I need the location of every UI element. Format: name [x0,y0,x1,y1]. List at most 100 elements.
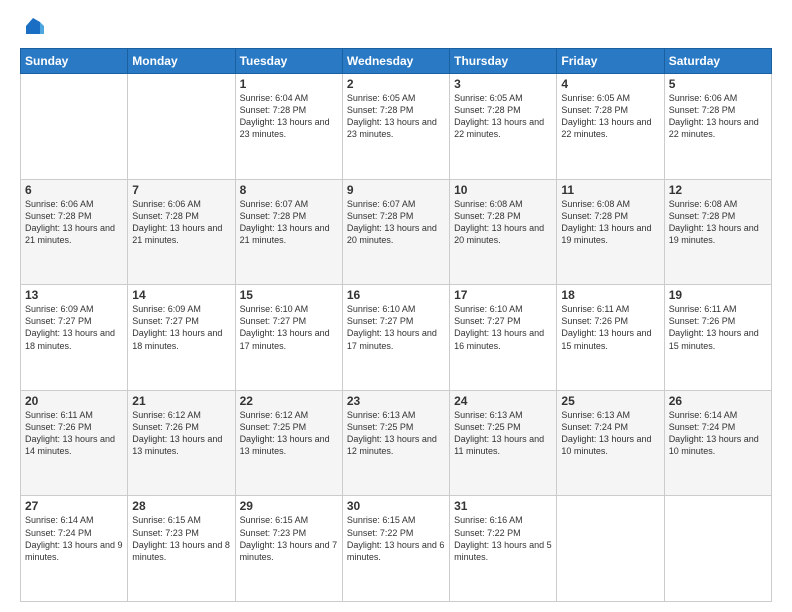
day-info: Sunrise: 6:12 AM Sunset: 7:26 PM Dayligh… [132,409,230,458]
day-number: 27 [25,499,123,513]
day-number: 25 [561,394,659,408]
day-info: Sunrise: 6:09 AM Sunset: 7:27 PM Dayligh… [132,303,230,352]
day-info: Sunrise: 6:11 AM Sunset: 7:26 PM Dayligh… [561,303,659,352]
weekday-saturday: Saturday [664,49,771,74]
week-row-1: 1Sunrise: 6:04 AM Sunset: 7:28 PM Daylig… [21,74,772,180]
day-cell: 27Sunrise: 6:14 AM Sunset: 7:24 PM Dayli… [21,496,128,602]
day-info: Sunrise: 6:16 AM Sunset: 7:22 PM Dayligh… [454,514,552,563]
day-info: Sunrise: 6:13 AM Sunset: 7:25 PM Dayligh… [454,409,552,458]
day-cell: 20Sunrise: 6:11 AM Sunset: 7:26 PM Dayli… [21,390,128,496]
day-cell [128,74,235,180]
day-cell: 31Sunrise: 6:16 AM Sunset: 7:22 PM Dayli… [450,496,557,602]
day-number: 21 [132,394,230,408]
day-number: 12 [669,183,767,197]
day-info: Sunrise: 6:05 AM Sunset: 7:28 PM Dayligh… [347,92,445,141]
day-info: Sunrise: 6:08 AM Sunset: 7:28 PM Dayligh… [669,198,767,247]
day-number: 19 [669,288,767,302]
day-cell: 6Sunrise: 6:06 AM Sunset: 7:28 PM Daylig… [21,179,128,285]
day-number: 2 [347,77,445,91]
day-number: 1 [240,77,338,91]
day-cell [557,496,664,602]
day-info: Sunrise: 6:13 AM Sunset: 7:25 PM Dayligh… [347,409,445,458]
day-number: 5 [669,77,767,91]
weekday-sunday: Sunday [21,49,128,74]
day-info: Sunrise: 6:11 AM Sunset: 7:26 PM Dayligh… [25,409,123,458]
day-number: 8 [240,183,338,197]
day-cell: 9Sunrise: 6:07 AM Sunset: 7:28 PM Daylig… [342,179,449,285]
day-info: Sunrise: 6:12 AM Sunset: 7:25 PM Dayligh… [240,409,338,458]
day-cell: 1Sunrise: 6:04 AM Sunset: 7:28 PM Daylig… [235,74,342,180]
day-number: 4 [561,77,659,91]
day-number: 18 [561,288,659,302]
calendar-table: SundayMondayTuesdayWednesdayThursdayFrid… [20,48,772,602]
day-cell: 15Sunrise: 6:10 AM Sunset: 7:27 PM Dayli… [235,285,342,391]
day-number: 23 [347,394,445,408]
day-cell: 24Sunrise: 6:13 AM Sunset: 7:25 PM Dayli… [450,390,557,496]
day-info: Sunrise: 6:13 AM Sunset: 7:24 PM Dayligh… [561,409,659,458]
page: SundayMondayTuesdayWednesdayThursdayFrid… [0,0,792,612]
day-cell: 25Sunrise: 6:13 AM Sunset: 7:24 PM Dayli… [557,390,664,496]
day-cell: 7Sunrise: 6:06 AM Sunset: 7:28 PM Daylig… [128,179,235,285]
day-cell: 2Sunrise: 6:05 AM Sunset: 7:28 PM Daylig… [342,74,449,180]
day-number: 20 [25,394,123,408]
day-number: 15 [240,288,338,302]
day-number: 31 [454,499,552,513]
day-number: 11 [561,183,659,197]
day-info: Sunrise: 6:14 AM Sunset: 7:24 PM Dayligh… [669,409,767,458]
day-info: Sunrise: 6:10 AM Sunset: 7:27 PM Dayligh… [240,303,338,352]
day-info: Sunrise: 6:08 AM Sunset: 7:28 PM Dayligh… [454,198,552,247]
day-cell: 18Sunrise: 6:11 AM Sunset: 7:26 PM Dayli… [557,285,664,391]
day-number: 16 [347,288,445,302]
day-info: Sunrise: 6:10 AM Sunset: 7:27 PM Dayligh… [454,303,552,352]
day-cell: 23Sunrise: 6:13 AM Sunset: 7:25 PM Dayli… [342,390,449,496]
day-cell: 19Sunrise: 6:11 AM Sunset: 7:26 PM Dayli… [664,285,771,391]
logo [20,16,44,38]
weekday-friday: Friday [557,49,664,74]
day-cell: 22Sunrise: 6:12 AM Sunset: 7:25 PM Dayli… [235,390,342,496]
weekday-tuesday: Tuesday [235,49,342,74]
header [20,16,772,38]
day-number: 22 [240,394,338,408]
weekday-thursday: Thursday [450,49,557,74]
day-cell: 14Sunrise: 6:09 AM Sunset: 7:27 PM Dayli… [128,285,235,391]
day-info: Sunrise: 6:09 AM Sunset: 7:27 PM Dayligh… [25,303,123,352]
day-number: 14 [132,288,230,302]
day-cell: 11Sunrise: 6:08 AM Sunset: 7:28 PM Dayli… [557,179,664,285]
week-row-5: 27Sunrise: 6:14 AM Sunset: 7:24 PM Dayli… [21,496,772,602]
day-info: Sunrise: 6:05 AM Sunset: 7:28 PM Dayligh… [561,92,659,141]
weekday-header-row: SundayMondayTuesdayWednesdayThursdayFrid… [21,49,772,74]
day-cell: 3Sunrise: 6:05 AM Sunset: 7:28 PM Daylig… [450,74,557,180]
day-info: Sunrise: 6:08 AM Sunset: 7:28 PM Dayligh… [561,198,659,247]
day-number: 3 [454,77,552,91]
day-number: 10 [454,183,552,197]
day-cell: 29Sunrise: 6:15 AM Sunset: 7:23 PM Dayli… [235,496,342,602]
day-info: Sunrise: 6:14 AM Sunset: 7:24 PM Dayligh… [25,514,123,563]
day-cell: 30Sunrise: 6:15 AM Sunset: 7:22 PM Dayli… [342,496,449,602]
day-info: Sunrise: 6:15 AM Sunset: 7:23 PM Dayligh… [240,514,338,563]
week-row-4: 20Sunrise: 6:11 AM Sunset: 7:26 PM Dayli… [21,390,772,496]
day-number: 24 [454,394,552,408]
day-number: 26 [669,394,767,408]
weekday-monday: Monday [128,49,235,74]
day-info: Sunrise: 6:10 AM Sunset: 7:27 PM Dayligh… [347,303,445,352]
day-cell: 26Sunrise: 6:14 AM Sunset: 7:24 PM Dayli… [664,390,771,496]
day-info: Sunrise: 6:15 AM Sunset: 7:23 PM Dayligh… [132,514,230,563]
day-info: Sunrise: 6:06 AM Sunset: 7:28 PM Dayligh… [669,92,767,141]
day-cell [664,496,771,602]
day-cell: 28Sunrise: 6:15 AM Sunset: 7:23 PM Dayli… [128,496,235,602]
day-number: 9 [347,183,445,197]
day-info: Sunrise: 6:07 AM Sunset: 7:28 PM Dayligh… [240,198,338,247]
day-cell: 12Sunrise: 6:08 AM Sunset: 7:28 PM Dayli… [664,179,771,285]
day-info: Sunrise: 6:04 AM Sunset: 7:28 PM Dayligh… [240,92,338,141]
day-number: 13 [25,288,123,302]
day-number: 30 [347,499,445,513]
day-cell: 8Sunrise: 6:07 AM Sunset: 7:28 PM Daylig… [235,179,342,285]
day-cell: 16Sunrise: 6:10 AM Sunset: 7:27 PM Dayli… [342,285,449,391]
day-number: 29 [240,499,338,513]
weekday-wednesday: Wednesday [342,49,449,74]
day-number: 6 [25,183,123,197]
day-info: Sunrise: 6:07 AM Sunset: 7:28 PM Dayligh… [347,198,445,247]
day-info: Sunrise: 6:11 AM Sunset: 7:26 PM Dayligh… [669,303,767,352]
day-cell: 17Sunrise: 6:10 AM Sunset: 7:27 PM Dayli… [450,285,557,391]
day-cell: 21Sunrise: 6:12 AM Sunset: 7:26 PM Dayli… [128,390,235,496]
